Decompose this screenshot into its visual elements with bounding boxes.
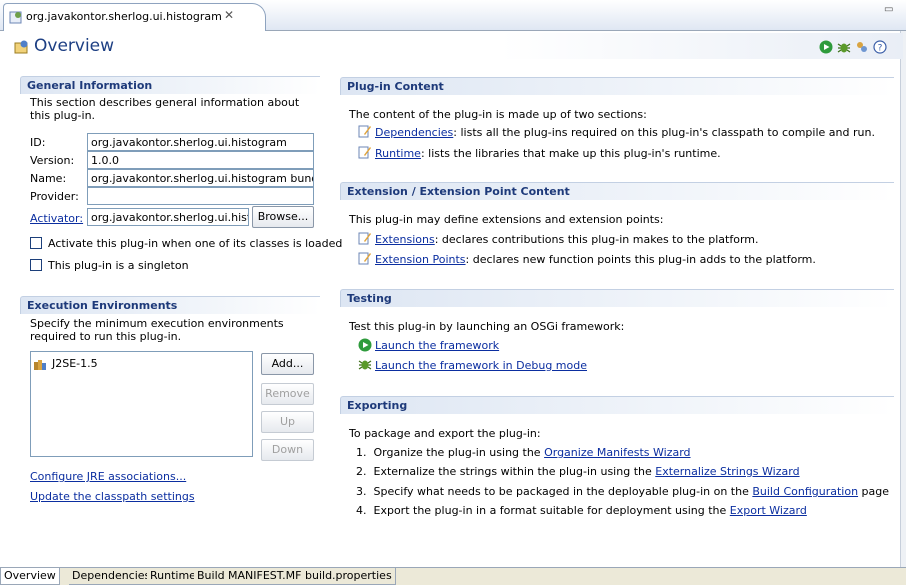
runtime-description: : lists the libraries that make up this … <box>420 147 721 160</box>
minimize-icon[interactable]: ▭ <box>884 4 893 15</box>
close-icon[interactable]: ✕ <box>224 8 234 22</box>
plugin-content-header: Plug-in Content <box>340 77 894 95</box>
form-header <box>8 33 903 59</box>
launch-framework-debug-link[interactable]: Launch the framework in Debug mode <box>375 359 587 372</box>
singleton-checkbox-label: This plug-in is a singleton <box>48 259 189 272</box>
update-classpath-link[interactable]: Update the classpath settings <box>30 490 195 503</box>
tab-overview[interactable]: Overview <box>0 568 60 585</box>
testing-header: Testing <box>340 289 894 307</box>
extensions-link[interactable]: Extensions <box>375 233 435 246</box>
version-field[interactable]: 1.0.0 <box>87 151 314 169</box>
remove-button[interactable]: Remove <box>261 383 314 405</box>
version-label: Version: <box>30 154 75 167</box>
environment-name: J2SE-1.5 <box>52 357 98 370</box>
dependencies-link[interactable]: Dependencies <box>375 126 453 139</box>
build-configuration-link[interactable]: Build Configuration <box>752 485 858 498</box>
export-icon[interactable] <box>855 40 869 54</box>
activate-checkbox-label: Activate this plug-in when one of its cl… <box>48 237 343 250</box>
id-label: ID: <box>30 136 46 149</box>
svg-text:?: ? <box>878 44 883 54</box>
configure-jre-link[interactable]: Configure JRE associations... <box>30 470 186 483</box>
testing-intro: Test this plug-in by launching an OSGi f… <box>349 320 625 333</box>
tab-build[interactable]: Build <box>194 568 229 585</box>
extension-content-intro: This plug-in may define extensions and e… <box>349 213 664 226</box>
tab-dependencies[interactable]: Dependencies <box>69 568 155 585</box>
plugin-content-intro: The content of the plug-in is made up of… <box>349 108 647 121</box>
browse-button[interactable]: Browse... <box>252 206 314 228</box>
activate-checkbox[interactable] <box>30 237 42 249</box>
list-item[interactable]: J2SE-1.5 <box>34 357 98 370</box>
run-icon <box>358 338 372 352</box>
tab-runtime[interactable]: Runtime <box>147 568 200 585</box>
extension-content-header: Extension / Extension Point Content <box>340 182 894 200</box>
down-button[interactable]: Down <box>261 439 314 461</box>
general-information-description: This section describes general informati… <box>30 96 300 122</box>
editor-tab[interactable]: org.javakontor.sherlog.ui.histogram ✕ <box>3 3 266 31</box>
jre-library-icon <box>34 359 46 370</box>
help-icon[interactable]: ? <box>873 40 887 54</box>
export-wizard-link[interactable]: Export Wizard <box>730 504 807 517</box>
page-edit-icon <box>358 232 371 245</box>
debug-icon[interactable] <box>837 40 851 54</box>
activator-link[interactable]: Activator: <box>30 212 83 225</box>
tab-manifest[interactable]: MANIFEST.MF <box>225 568 306 585</box>
activator-field[interactable]: org.javakontor.sherlog.ui.histo <box>87 208 249 226</box>
tab-build-properties[interactable]: build.properties <box>302 568 396 585</box>
add-button[interactable]: Add... <box>261 353 314 375</box>
name-field[interactable]: org.javakontor.sherlog.ui.histogram bund… <box>87 169 314 187</box>
page-edit-icon <box>358 125 371 138</box>
runtime-link[interactable]: Runtime <box>375 147 421 160</box>
exporting-header: Exporting <box>340 396 894 414</box>
up-button[interactable]: Up <box>261 411 314 433</box>
id-field[interactable]: org.javakontor.sherlog.ui.histogram <box>87 133 314 151</box>
extension-points-link[interactable]: Extension Points <box>375 253 466 266</box>
page-title: Overview <box>34 36 115 56</box>
overview-icon <box>14 40 28 54</box>
right-edge-bar <box>900 31 906 567</box>
export-step: 2. Externalize the strings within the pl… <box>356 465 800 478</box>
general-information-header: General Information <box>20 76 320 94</box>
export-step: 1. Organize the plug-in using the Organi… <box>356 446 691 459</box>
exporting-intro: To package and export the plug-in: <box>349 427 541 440</box>
export-step: 4. Export the plug-in in a format suitab… <box>356 504 807 517</box>
singleton-checkbox[interactable] <box>30 259 42 271</box>
run-icon[interactable] <box>819 40 833 54</box>
page-edit-icon <box>358 252 371 265</box>
editor-tab-title: org.javakontor.sherlog.ui.histogram <box>26 10 222 23</box>
plugin-manifest-icon <box>9 11 22 24</box>
provider-label: Provider: <box>30 190 79 203</box>
name-label: Name: <box>30 172 67 185</box>
provider-field[interactable] <box>87 187 314 205</box>
extension-points-description: : declares new function points this plug… <box>465 253 816 266</box>
execution-environments-description: Specify the minimum execution environmen… <box>30 317 284 343</box>
organize-manifests-link[interactable]: Organize Manifests Wizard <box>544 446 690 459</box>
externalize-strings-link[interactable]: Externalize Strings Wizard <box>655 465 799 478</box>
execution-environments-header: Execution Environments <box>20 296 320 314</box>
extensions-description: : declares contributions this plug-in ma… <box>434 233 759 246</box>
launch-framework-link[interactable]: Launch the framework <box>375 339 499 352</box>
debug-icon <box>358 360 372 370</box>
page-edit-icon <box>358 146 371 159</box>
export-step: 3. Specify what needs to be packaged in … <box>356 485 890 498</box>
dependencies-description: : lists all the plug-ins required on thi… <box>453 126 875 139</box>
environment-list[interactable]: J2SE-1.5 <box>30 351 253 457</box>
